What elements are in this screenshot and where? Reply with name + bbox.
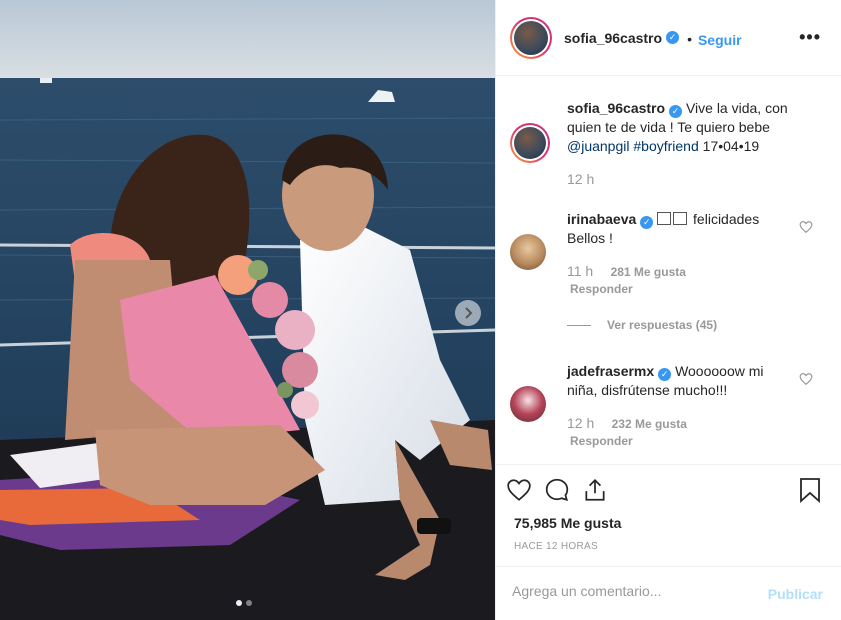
verified-badge-icon: ✓ xyxy=(658,368,672,381)
commenter-avatar[interactable] xyxy=(510,386,546,422)
comment-username[interactable]: jadefrasermx xyxy=(567,363,654,379)
comment-meta: 11 h 281 Me gusta xyxy=(567,263,686,279)
post-detail-panel: sofia_96castro ✓ • Seguir ••• sofia_96ca… xyxy=(495,0,841,620)
author-username[interactable]: sofia_96castro xyxy=(564,30,662,46)
carousel-dot xyxy=(246,600,252,606)
view-replies-label: Ver respuestas (45) xyxy=(607,318,718,332)
caption-row: sofia_96castro ✓ Vive la vida, con quien … xyxy=(510,99,827,189)
bookmark-icon xyxy=(800,478,820,503)
post-photo[interactable] xyxy=(0,0,495,620)
carousel-dot-active xyxy=(236,600,242,606)
verified-badge-icon: ✓ xyxy=(640,216,654,229)
caption-username[interactable]: sofia_96castro xyxy=(567,100,665,116)
add-comment-bar: Publicar xyxy=(496,566,841,620)
caption-date: 17•04•19 xyxy=(702,138,760,154)
emoji-icon xyxy=(673,212,688,225)
emoji-icon xyxy=(657,212,672,225)
divider-line xyxy=(567,324,591,326)
commenter-avatar[interactable] xyxy=(510,234,546,270)
comment-row: irinabaeva ✓ felicidades Bellos ! 11 h 28… xyxy=(510,208,827,308)
comments-list[interactable]: sofia_96castro ✓ Vive la vida, con quien … xyxy=(496,76,841,464)
likes-count[interactable]: 75,985 Me gusta xyxy=(514,515,621,531)
caption-text: sofia_96castro ✓ Vive la vida, con quien … xyxy=(567,99,797,156)
like-comment-heart-icon[interactable] xyxy=(799,220,813,234)
comment-likes[interactable]: 281 Me gusta xyxy=(611,265,686,279)
share-icon[interactable] xyxy=(582,477,608,503)
caption-hashtag[interactable]: #boyfriend xyxy=(633,138,698,154)
carousel-indicator xyxy=(236,600,252,606)
post-header: sofia_96castro ✓ • Seguir ••• xyxy=(496,0,841,76)
view-replies-button[interactable]: Ver respuestas (45) xyxy=(567,318,717,332)
publish-button[interactable]: Publicar xyxy=(768,586,823,602)
author-avatar[interactable] xyxy=(510,16,552,59)
comment-time: 12 h xyxy=(567,415,595,431)
comment-row: jadefrasermx ✓ Woooooow mi niña, disfrúte… xyxy=(510,360,827,460)
comment-likes[interactable]: 232 Me gusta xyxy=(612,417,687,431)
caption-time: 12 h xyxy=(567,171,594,187)
save-button[interactable] xyxy=(799,477,821,503)
header-separator: • xyxy=(687,30,692,47)
comment-text: jadefrasermx ✓ Woooooow mi niña, disfrúte… xyxy=(567,362,797,400)
caption-mention[interactable]: @juanpgil xyxy=(567,138,629,154)
verified-badge-icon: ✓ xyxy=(666,31,680,44)
photo-illustration xyxy=(0,0,495,620)
verified-badge-icon: ✓ xyxy=(669,105,683,118)
post-timestamp: HACE 12 HORAS xyxy=(514,541,598,552)
like-comment-heart-icon[interactable] xyxy=(799,372,813,386)
comment-text: irinabaeva ✓ felicidades Bellos ! xyxy=(567,210,797,248)
comment-input[interactable] xyxy=(512,583,742,599)
comment-meta: 12 h 232 Me gusta xyxy=(567,415,687,431)
next-photo-button[interactable] xyxy=(455,300,481,326)
action-icons xyxy=(506,477,608,503)
comment-username[interactable]: irinabaeva xyxy=(567,211,636,227)
comment-icon[interactable] xyxy=(544,477,570,503)
caption-time-label: 12 h xyxy=(567,171,595,187)
reply-button[interactable]: Responder xyxy=(570,434,633,448)
more-options-icon[interactable]: ••• xyxy=(799,27,821,48)
heart-icon[interactable] xyxy=(506,477,532,503)
post-actions: 75,985 Me gusta HACE 12 HORAS xyxy=(496,464,841,564)
comment-time: 11 h xyxy=(567,263,594,279)
reply-button[interactable]: Responder xyxy=(570,282,633,296)
chevron-right-icon xyxy=(465,307,473,319)
caption-avatar[interactable] xyxy=(510,123,550,163)
follow-button[interactable]: Seguir xyxy=(698,32,742,48)
